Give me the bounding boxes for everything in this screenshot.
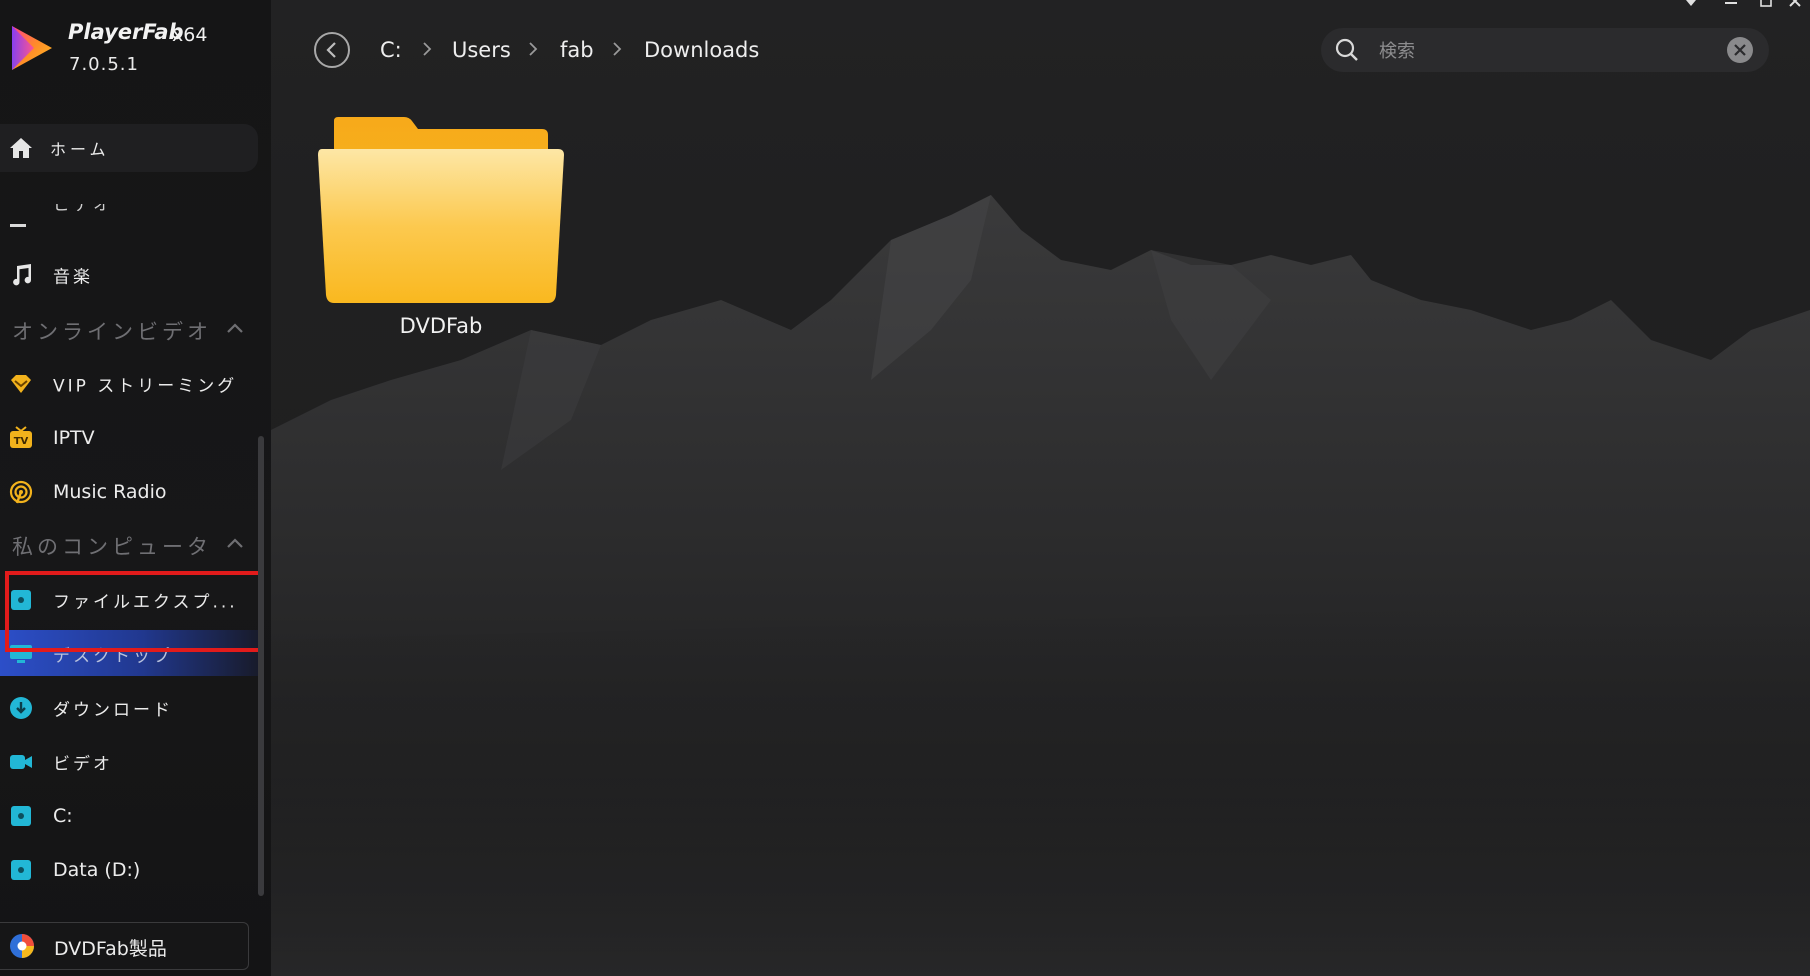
- sidebar-item-label: VIP ストリーミング: [53, 376, 238, 397]
- sidebar-item-drive-d[interactable]: Data (D:): [0, 846, 258, 894]
- tv-icon: TV: [10, 426, 32, 448]
- sidebar-item-label: Music Radio: [53, 481, 167, 503]
- sidebar-item-label: 音楽: [53, 267, 93, 288]
- folder-name[interactable]: DVDFab: [316, 314, 566, 338]
- folder-icon[interactable]: [316, 115, 566, 305]
- file-explorer-icon: [11, 590, 31, 610]
- dvdfab-products-button[interactable]: DVDFab製品: [0, 922, 249, 970]
- video-icon: [10, 224, 26, 227]
- sidebar-item-file-explorer[interactable]: ファイルエクスプ...: [0, 576, 258, 624]
- svg-text:TV: TV: [14, 436, 29, 447]
- sidebar-item-label: Data (D:): [53, 859, 141, 881]
- breadcrumb-item-downloads[interactable]: Downloads: [644, 38, 759, 62]
- section-title: 私のコンピュータ: [12, 535, 212, 559]
- sidebar-scrollbar[interactable]: [258, 436, 264, 896]
- sidebar-item-label: ホーム: [50, 140, 110, 159]
- dvdfab-products-label: DVDFab製品: [54, 938, 167, 960]
- minimize-icon[interactable]: [1723, 0, 1739, 8]
- sidebar-item-label: ダウンロード: [53, 700, 173, 721]
- chevron-up-icon[interactable]: [225, 318, 245, 338]
- sidebar-item-label: IPTV: [53, 427, 95, 449]
- sidebar-item-iptv[interactable]: TV IPTV: [0, 414, 258, 462]
- sidebar-item-vip-streaming[interactable]: VIP ストリーミング: [0, 360, 258, 408]
- home-icon: [10, 138, 32, 158]
- sidebar-item-drive-c[interactable]: C:: [0, 792, 258, 840]
- search-icon: [1335, 38, 1358, 61]
- sidebar-item-label: ファイルエクスプ...: [53, 592, 238, 613]
- sidebar-item-desktop[interactable]: デスクトップ: [0, 630, 258, 678]
- app-brand: PlayerFab: [68, 20, 184, 44]
- sidebar-item-video-partial[interactable]: ビデオ: [0, 204, 258, 228]
- sidebar-item-music-radio[interactable]: Music Radio: [0, 468, 258, 516]
- pin-icon[interactable]: [1683, 0, 1699, 8]
- playerfab-logo-icon: [12, 26, 52, 70]
- chevron-up-icon[interactable]: [225, 533, 245, 553]
- vip-diamond-icon: [11, 375, 31, 393]
- app-version: 7.0.5.1: [69, 54, 139, 75]
- chevron-right-icon: [613, 42, 622, 56]
- sidebar-item-download[interactable]: ダウンロード: [0, 684, 258, 732]
- drive-icon: [11, 860, 31, 880]
- sidebar-item-label: C:: [53, 805, 73, 827]
- radio-icon: [9, 480, 33, 504]
- download-icon: [10, 697, 32, 719]
- search-input[interactable]: [1377, 36, 1701, 66]
- sidebar-item-label: ビデオ: [53, 204, 113, 215]
- chevron-right-icon: [529, 42, 538, 56]
- chevron-right-icon: [423, 42, 432, 56]
- breadcrumb-item-c[interactable]: C:: [380, 38, 402, 62]
- main-content: C: Users fab Downloads 検索 DVDFab: [271, 0, 1810, 976]
- back-button[interactable]: [314, 32, 350, 68]
- chevron-left-icon: [326, 42, 336, 58]
- dvdfab-logo-icon: [10, 934, 34, 958]
- sidebar: PlayerFab x64 7.0.5.1 ホーム ビデオ 音楽 オンラインビデ…: [0, 0, 271, 976]
- maximize-icon[interactable]: [1758, 0, 1774, 8]
- close-window-icon[interactable]: [1787, 0, 1803, 8]
- sidebar-item-videos[interactable]: ビデオ: [0, 738, 258, 786]
- breadcrumb-item-fab[interactable]: fab: [560, 38, 594, 62]
- video-camera-icon: [10, 755, 32, 769]
- sidebar-item-music[interactable]: 音楽: [0, 251, 258, 299]
- breadcrumb-item-users[interactable]: Users: [452, 38, 511, 62]
- section-my-computer[interactable]: 私のコンピュータ: [12, 531, 243, 561]
- music-note-icon: [13, 264, 32, 286]
- sidebar-item-home[interactable]: ホーム: [0, 124, 258, 172]
- close-icon: [1734, 44, 1746, 56]
- desktop-icon: [10, 645, 32, 663]
- section-online-video[interactable]: オンラインビデオ: [12, 316, 243, 346]
- app-arch: x64: [172, 24, 208, 46]
- clear-search-button[interactable]: [1727, 37, 1753, 63]
- sidebar-item-label: ビデオ: [53, 754, 113, 775]
- sidebar-item-label: デスクトップ: [53, 646, 173, 667]
- drive-icon: [11, 806, 31, 826]
- section-title: オンラインビデオ: [12, 320, 212, 344]
- search-box: [1321, 28, 1769, 72]
